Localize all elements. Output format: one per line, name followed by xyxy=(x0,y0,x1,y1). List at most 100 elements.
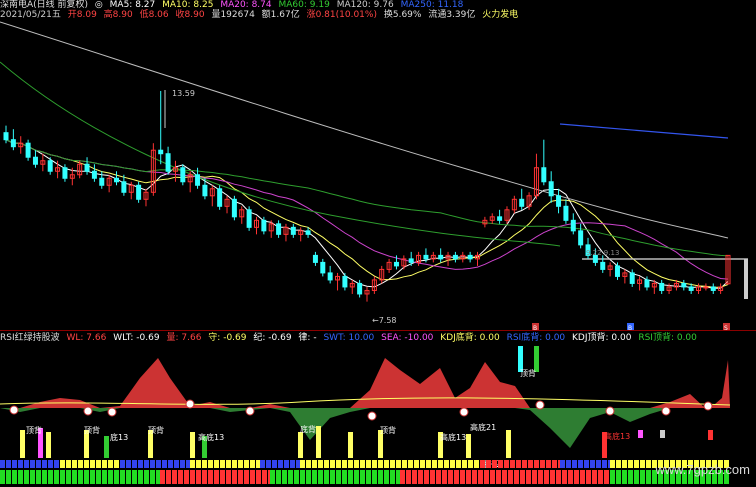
kline-chart[interactable]: 13.59←7.589.22 9.13B B S顶背 顶背 顶背底13 高底13底背 顶背高… xyxy=(0,0,756,487)
stripe-cell xyxy=(490,470,495,484)
stripe-cell xyxy=(168,460,173,468)
stripe-cell xyxy=(18,470,23,484)
ma60-line-long xyxy=(0,61,561,247)
stripe-cell xyxy=(18,460,23,468)
signal-bar xyxy=(506,430,511,458)
stripe-cell xyxy=(478,470,483,484)
stripe-cell xyxy=(36,460,41,468)
stripe-cell xyxy=(300,460,305,468)
stripe-cell xyxy=(12,470,17,484)
stripe-cell xyxy=(384,460,389,468)
stripe-cell xyxy=(202,460,207,468)
candle-body xyxy=(10,139,16,148)
quote-open: 开8.09 xyxy=(67,10,97,20)
indicator-lv: 律: - xyxy=(298,333,317,343)
candle-body xyxy=(165,153,171,172)
stripe-cell xyxy=(220,460,225,468)
stripe-cell xyxy=(160,470,165,484)
stripe-cell xyxy=(366,470,371,484)
stripe-cell xyxy=(566,460,571,468)
high-price-label: 13.59 xyxy=(172,89,195,98)
stripe-cell xyxy=(526,470,531,484)
stripe-cell xyxy=(184,470,189,484)
candle-body xyxy=(703,286,709,289)
stripe-cell xyxy=(262,470,267,484)
candle-body xyxy=(570,219,576,232)
reference-price-label: 9.22 9.13 xyxy=(586,249,619,257)
stripe-cell xyxy=(30,460,35,468)
low-price-label: ←7.58 xyxy=(372,316,397,325)
candle-body xyxy=(659,282,665,291)
candle-body xyxy=(578,230,584,246)
stripe-cell xyxy=(214,470,219,484)
candle-body xyxy=(91,170,97,179)
stripe-cell xyxy=(522,460,527,468)
stripe-cell xyxy=(640,470,645,484)
ma10-label: MA10: 8.25 xyxy=(162,0,214,10)
candle-body xyxy=(600,261,606,270)
stripe-cell xyxy=(610,470,615,484)
stripe-cell xyxy=(390,470,395,484)
stripe-cell xyxy=(208,460,213,468)
stripe-cell xyxy=(574,470,579,484)
stripe-cell xyxy=(336,460,341,468)
candle-body xyxy=(644,279,650,288)
signal-text: 高底13 xyxy=(440,432,466,442)
stripe-cell xyxy=(436,470,441,484)
signal-bar xyxy=(46,432,51,458)
stripe-cell xyxy=(578,460,583,468)
cross-marker xyxy=(367,411,377,421)
signal-text: 底13 xyxy=(110,432,128,442)
stripe-cell xyxy=(462,460,467,468)
candle-body xyxy=(261,219,267,232)
quote-sector-tag[interactable]: 火力发电 xyxy=(482,10,518,20)
stripe-cell xyxy=(318,470,323,484)
stripe-cell xyxy=(634,470,639,484)
candle-body xyxy=(497,216,503,221)
stripe-cell xyxy=(190,460,195,468)
stripe-cell xyxy=(456,460,461,468)
stripe-cell xyxy=(354,470,359,484)
stripe-cell xyxy=(330,460,335,468)
stripe-cell xyxy=(360,460,365,468)
pane-divider[interactable] xyxy=(0,330,756,331)
stripe-cell xyxy=(84,470,89,484)
indicator-name[interactable]: RSI红绿持股波 xyxy=(0,333,60,343)
stripe-cell xyxy=(610,460,615,468)
stripe-cell xyxy=(220,470,225,484)
stripe-cell xyxy=(196,460,201,468)
stripe-cell xyxy=(418,470,423,484)
candle-body xyxy=(180,167,186,183)
signal-text: 底背 xyxy=(300,424,316,434)
candle-body xyxy=(136,184,142,200)
stripe-cell xyxy=(238,460,243,468)
ma120-line xyxy=(0,21,729,239)
stripe-cell xyxy=(138,470,143,484)
stripe-cell xyxy=(108,470,113,484)
indicator-kdj-bottom: KDJ底背: 0.00 xyxy=(440,333,500,343)
cross-marker xyxy=(535,400,545,410)
stripe-cell xyxy=(232,460,237,468)
stripe-cell xyxy=(244,470,249,484)
stripe-cell xyxy=(460,470,465,484)
ma-line xyxy=(5,139,729,257)
stripe-cell xyxy=(24,470,29,484)
stripe-cell xyxy=(354,460,359,468)
stripe-cell xyxy=(324,470,329,484)
candle-body xyxy=(121,181,127,193)
stripe-cell xyxy=(150,470,155,484)
candle-body xyxy=(84,163,90,172)
indicator-swt: SWT: 10.00 xyxy=(323,333,375,343)
signal-bar xyxy=(660,430,665,438)
stripe-cell xyxy=(430,470,435,484)
stripe-cell xyxy=(360,470,365,484)
stripe-cell xyxy=(604,470,609,484)
stripe-cell xyxy=(78,470,83,484)
stripe-cell xyxy=(572,460,577,468)
stripe-cell xyxy=(42,470,47,484)
stripe-cell xyxy=(450,460,455,468)
stripe-cell xyxy=(498,460,503,468)
stripe-cell xyxy=(646,460,651,468)
stripe-cell xyxy=(324,460,329,468)
quote-float-cap: 流通3.39亿 xyxy=(428,10,476,20)
